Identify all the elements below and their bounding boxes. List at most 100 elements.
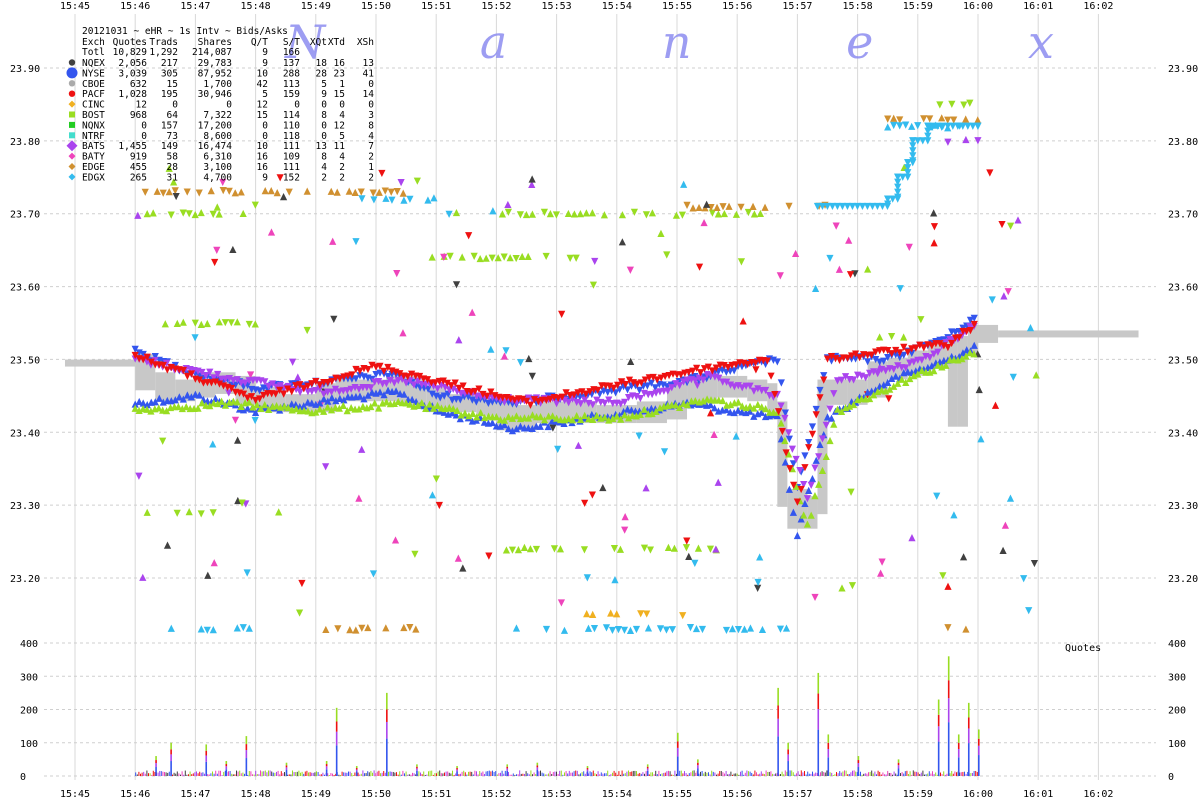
volume-bar (429, 770, 431, 776)
scatter-quote-marker (500, 352, 509, 360)
volume-bar (330, 773, 332, 776)
sparse-quote-marker (908, 122, 916, 130)
sparse-quote-marker (542, 252, 550, 261)
volume-spike (777, 705, 779, 719)
volume-bar (972, 772, 973, 776)
scatter-quote-marker (445, 210, 453, 218)
legend-row-cell: 3,039 (118, 68, 147, 79)
scatter-quote-marker (832, 222, 840, 230)
legend-row-cell: 118 (283, 131, 300, 142)
volume-bar (583, 771, 585, 776)
scatter-quote-marker (691, 559, 699, 567)
volume-bar (317, 772, 319, 776)
sparse-quote-marker (938, 114, 946, 122)
volume-spike (586, 768, 589, 770)
volume-bar (645, 771, 647, 776)
scatter-quote-marker (243, 569, 251, 577)
x-tick-label-top: 15:50 (361, 1, 391, 12)
volume-spike (506, 770, 509, 776)
legend-row-cell: 15 (257, 110, 268, 121)
volume-spike (677, 756, 679, 776)
volume-bar (138, 771, 140, 776)
volume-bar (936, 774, 938, 776)
legend-row-cell: 217 (161, 58, 178, 69)
scatter-quote-marker (391, 536, 400, 544)
volume-bar (751, 772, 753, 776)
scatter-quote-marker (393, 270, 401, 278)
volume-bar (844, 770, 845, 776)
volume-bar (631, 771, 633, 776)
legend-row-cell: 137 (283, 58, 300, 69)
x-tick-label-bottom: 15:54 (602, 789, 632, 800)
sparse-quote-marker (500, 253, 508, 261)
legend-row-cell: 111 (283, 162, 300, 173)
scatter-quote-marker (835, 265, 843, 273)
volume-spike (978, 745, 980, 756)
volume-bar (920, 772, 922, 776)
volume-bar (866, 773, 868, 776)
volume-bar (525, 771, 527, 776)
volume-bar (263, 771, 265, 776)
volume-bar (730, 771, 732, 776)
scatter-quote-marker (999, 546, 1007, 554)
volume-bar (376, 771, 378, 776)
legend-row-cell: 288 (283, 68, 300, 79)
volume-bar (663, 772, 665, 776)
sparse-quote-marker (345, 187, 353, 195)
scatter-quote-marker (776, 272, 784, 280)
volume-bar (533, 772, 535, 776)
volume-bar (772, 773, 773, 776)
scatter-quote-marker (1004, 288, 1012, 296)
scatter-quote-marker (234, 436, 242, 444)
volume-bar (759, 773, 761, 776)
x-tick-label-bottom: 15:55 (662, 789, 692, 800)
sparse-quote-marker (215, 318, 223, 326)
scatter-quote-marker (298, 579, 306, 588)
volume-bar (773, 774, 775, 776)
volume-spike (325, 761, 328, 765)
volume-bar (322, 772, 324, 776)
volume-bar (666, 771, 668, 776)
x-tick-label-top: 15:58 (843, 1, 873, 12)
volume-bar (672, 774, 674, 776)
scatter-quote-marker (213, 246, 221, 254)
sparse-quote-marker (974, 116, 982, 124)
volume-bar (805, 774, 807, 776)
volume-spike (245, 744, 248, 751)
volume-spike (827, 742, 830, 749)
volume-spike (978, 729, 980, 739)
legend-row-cell: 1,028 (118, 89, 147, 100)
sparse-quote-marker (209, 625, 217, 634)
volume-bar (797, 771, 799, 776)
volume-bar (882, 772, 884, 776)
legend-marker-bats (66, 140, 78, 152)
nbbo-segment (998, 330, 1139, 338)
volume-bar (738, 774, 740, 776)
legend-row-cell: EDGX (82, 172, 105, 183)
volume-bar (613, 770, 615, 776)
volume-bar (655, 770, 657, 776)
volume-bar (581, 772, 583, 776)
volume-spike (225, 761, 228, 765)
sparse-quote-marker (618, 211, 626, 219)
volume-bar (711, 770, 713, 776)
volume-spike (335, 745, 338, 776)
volume-bar (293, 772, 295, 776)
volume-spike (205, 761, 208, 776)
sparse-quote-marker (245, 624, 253, 632)
volume-bar (492, 770, 493, 776)
x-tick-label-top: 15:45 (60, 1, 90, 12)
volume-bar (544, 774, 546, 776)
legend-row-cell: 14 (363, 89, 375, 100)
volume-bar (328, 774, 330, 776)
volume-bar (634, 770, 636, 776)
volume-spike (325, 769, 328, 776)
sparse-quote-marker (588, 209, 596, 217)
volume-bar (903, 773, 905, 776)
volume-bar (173, 772, 175, 776)
volume-bar (653, 774, 655, 776)
sparse-quote-marker (876, 333, 884, 341)
scatter-quote-marker (1030, 559, 1039, 568)
x-tick-label-top: 15:55 (662, 1, 692, 12)
volume-bar (167, 772, 169, 776)
